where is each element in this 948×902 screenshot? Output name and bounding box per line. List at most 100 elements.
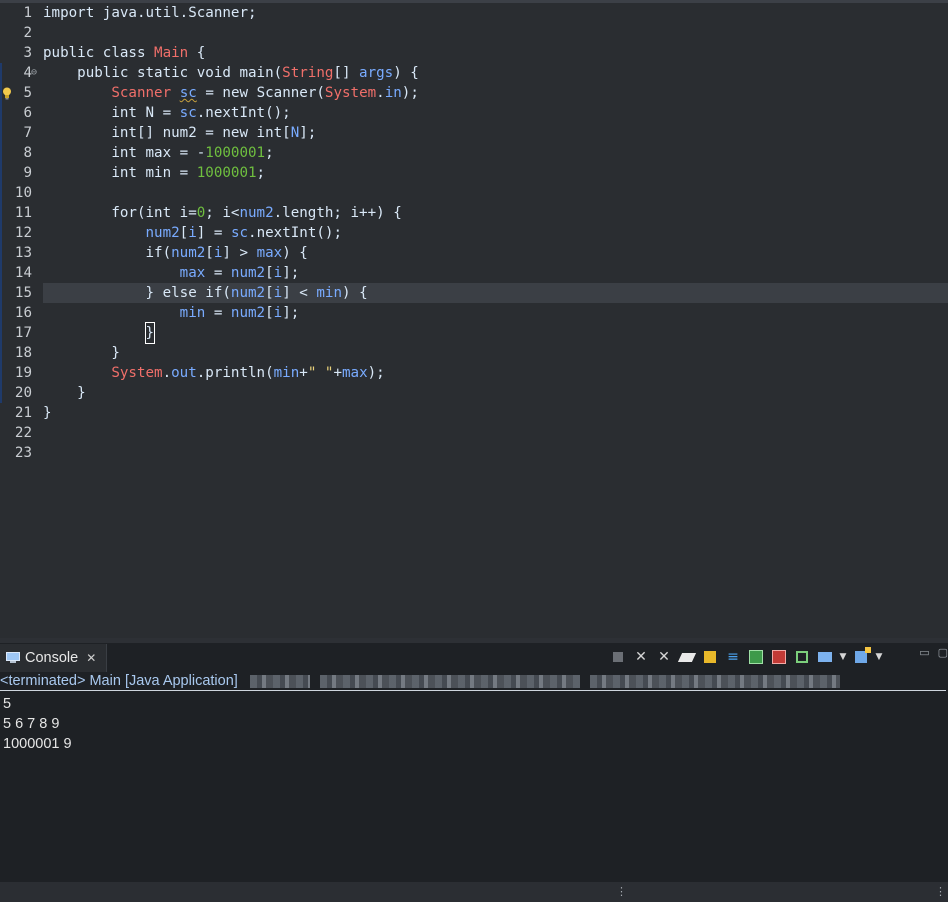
word-wrap-icon[interactable]: ≡ (723, 647, 743, 667)
close-icon[interactable]: ✕ (86, 651, 96, 665)
minimize-icon[interactable]: ▭ (919, 646, 929, 659)
code-token: ); (401, 85, 419, 101)
code-token: num2 (239, 205, 274, 221)
code-line[interactable] (43, 183, 948, 203)
code-token: num2 (230, 305, 266, 321)
chevron-down-icon[interactable]: ▼ (838, 647, 848, 667)
code-token: + (299, 365, 308, 381)
clear-console-icon[interactable] (677, 647, 697, 667)
code-token: .length; i++) { (273, 205, 402, 221)
tab-console[interactable]: Console ✕ (0, 644, 107, 672)
code-token: max (341, 365, 368, 381)
line-number: 15 (14, 285, 32, 301)
view-window-controls: ▭ ▢ (919, 646, 948, 659)
code-token: ] = (196, 225, 231, 241)
code-line[interactable]: } (43, 343, 948, 363)
maximize-icon[interactable]: ▢ (938, 646, 948, 659)
line-number: 1 (23, 5, 32, 21)
line-number: 18 (14, 345, 32, 361)
code-token: sc (230, 225, 249, 241)
code-line[interactable]: } (43, 383, 948, 403)
code-line[interactable] (43, 443, 948, 463)
pin-console-icon[interactable] (792, 647, 812, 667)
code-token: { (188, 45, 206, 61)
code-token: public class (43, 45, 155, 61)
code-line[interactable]: num2[i] = sc.nextInt(); (43, 223, 948, 243)
code-line[interactable]: int max = -1000001; (43, 143, 948, 163)
display-selected-console-icon[interactable] (815, 647, 835, 667)
code-line[interactable] (43, 423, 948, 443)
code-line[interactable]: import java.util.Scanner; (43, 3, 948, 23)
status-bar-grip-icon[interactable]: ⋮ (935, 884, 946, 900)
code-line[interactable]: int[] num2 = new int[N]; (43, 123, 948, 143)
code-token: } else if( (43, 285, 231, 301)
chevron-down-icon[interactable]: ▼ (874, 647, 884, 667)
remove-launch-icon[interactable]: ✕ (631, 647, 651, 667)
code-line[interactable]: public static void main(String[] args) { (43, 63, 948, 83)
code-editor[interactable]: 1 2 3 4 5 6 7 8 9 10 11 12 13 14 15 16 17 18 19 20 21 22 23 im… (0, 0, 948, 638)
code-line[interactable]: int N = sc.nextInt(); (43, 103, 948, 123)
code-line[interactable] (43, 23, 948, 43)
status-bar: ⋮ ⋮ (0, 882, 948, 902)
code-token: .nextInt(); (248, 225, 342, 241)
panel-splitter[interactable] (0, 638, 948, 643)
code-line[interactable]: } (43, 322, 948, 344)
code-token: System (324, 85, 377, 101)
code-token: .println( (196, 365, 274, 381)
code-token: ; (265, 145, 274, 161)
redacted-path (249, 674, 310, 688)
code-token: import java.util.Scanner; (43, 5, 257, 21)
status-underline (0, 690, 946, 691)
redacted-path (319, 674, 580, 688)
code-token: } (144, 322, 155, 344)
code-token: Scanner (111, 85, 172, 101)
code-token: for(int i= (43, 205, 197, 221)
terminate-icon[interactable] (608, 647, 628, 667)
lightbulb-icon[interactable] (2, 87, 12, 100)
code-line[interactable]: for(int i=0; i<num2.length; i++) { (43, 203, 948, 223)
code-token: num2 (230, 265, 266, 281)
code-token: .nextInt(); (196, 105, 291, 121)
code-line[interactable]: max = num2[i]; (43, 263, 948, 283)
code-token: i (273, 305, 283, 321)
code-token: args (359, 65, 394, 81)
code-token: int min = (43, 165, 197, 181)
code-token: System (111, 365, 163, 381)
line-number: 3 (23, 45, 32, 61)
open-console-icon[interactable] (851, 647, 871, 667)
line-number: 8 (23, 145, 32, 161)
output-line: 1000001 9 (3, 736, 72, 752)
code-line[interactable]: } (43, 403, 948, 423)
code-token: ) { (282, 245, 308, 261)
code-token: [ (265, 285, 274, 301)
code-line[interactable]: Scanner sc = new Scanner(System.in); (43, 83, 948, 103)
code-line[interactable]: System.out.println(min+" "+max); (43, 363, 948, 383)
code-token: ]; (299, 125, 317, 141)
code-token: String (282, 65, 334, 81)
console-process-description: <terminated> Main [Java Application] (0, 671, 948, 691)
scroll-lock-icon[interactable] (700, 647, 720, 667)
code-token: = new Scanner( (196, 85, 325, 101)
line-number: 10 (14, 185, 32, 201)
console-output[interactable]: 5 5 6 7 8 9 1000001 9 (3, 694, 72, 754)
code-line[interactable]: if(num2[i] > max) { (43, 243, 948, 263)
code-token: 0 (196, 205, 206, 221)
show-on-stderr-icon[interactable] (769, 647, 789, 667)
code-line[interactable]: int min = 1000001; (43, 163, 948, 183)
status-bar-grip-icon[interactable]: ⋮ (616, 884, 627, 900)
show-on-stdout-icon[interactable] (746, 647, 766, 667)
code-token: " " (307, 365, 334, 381)
code-line[interactable]: public class Main { (43, 43, 948, 63)
code-token: ] > (222, 245, 257, 261)
code-token: ) { (341, 285, 368, 301)
code-line[interactable]: } else if(num2[i] < min) { (43, 283, 948, 303)
code-token: N (290, 125, 300, 141)
remove-all-terminated-icon[interactable]: ✕ (654, 647, 674, 667)
code-token: num2 (145, 225, 180, 241)
code-line[interactable]: min = num2[i]; (43, 303, 948, 323)
fold-collapse-icon[interactable]: ⊖ (31, 67, 37, 78)
